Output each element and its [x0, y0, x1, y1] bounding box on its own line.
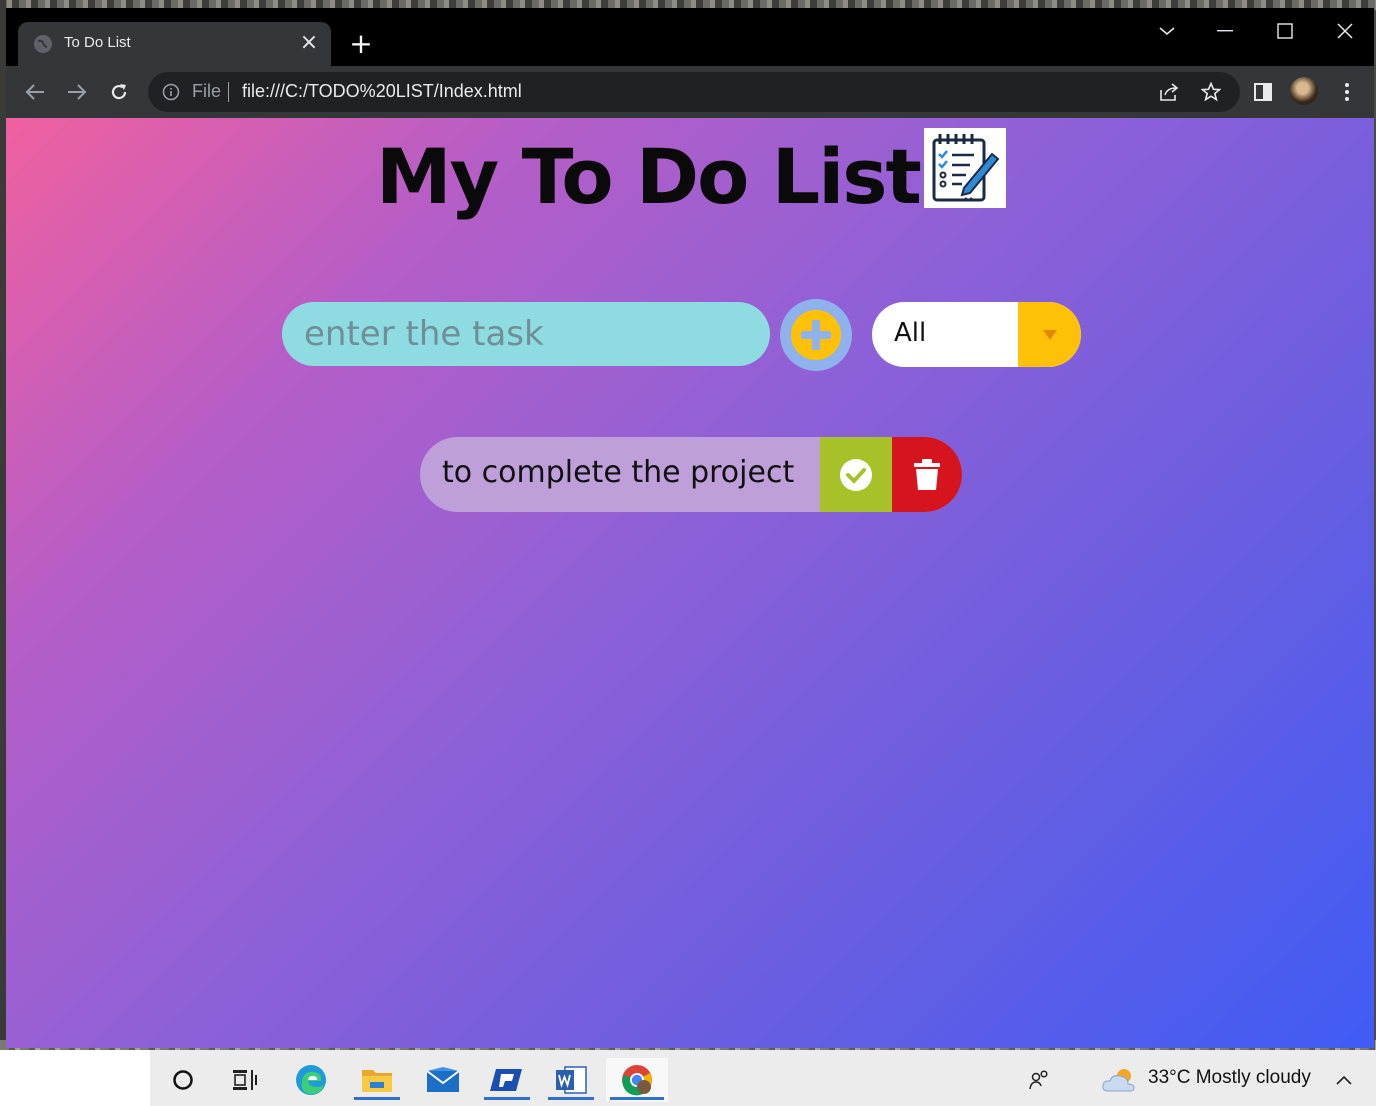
taskbar: 33°C Mostly cloudy	[150, 1050, 1376, 1106]
people-icon[interactable]	[1012, 1058, 1066, 1102]
trash-icon	[914, 458, 940, 490]
browser-toolbar: File file:///C:/TODO%20LIST/Index.html	[6, 66, 1374, 118]
page-title: My To Do List	[376, 132, 922, 221]
todo-text: to complete the project	[442, 455, 795, 490]
tab-close-icon[interactable]: ×	[297, 31, 321, 55]
dropdown-arrow-icon[interactable]	[1018, 302, 1081, 367]
maximize-icon[interactable]	[1256, 14, 1314, 48]
delete-button[interactable]	[892, 437, 962, 512]
app-icon[interactable]	[480, 1058, 534, 1102]
tab-todo-list[interactable]: To Do List ×	[18, 22, 331, 66]
complete-button[interactable]	[820, 437, 892, 512]
edge-icon[interactable]	[284, 1058, 338, 1102]
minimize-icon[interactable]	[1196, 14, 1254, 48]
url-text[interactable]: file:///C:/TODO%20LIST/Index.html	[242, 81, 522, 102]
task-input[interactable]	[282, 302, 770, 366]
chevron-up-icon[interactable]	[1326, 1058, 1362, 1102]
side-panel-icon[interactable]	[1248, 77, 1278, 107]
info-icon[interactable]	[162, 83, 180, 101]
check-circle-icon	[840, 458, 872, 491]
close-window-icon[interactable]	[1316, 14, 1374, 48]
tab-title: To Do List	[64, 34, 131, 51]
reload-icon[interactable]	[104, 77, 134, 107]
weather-cloud-icon[interactable]	[1098, 1058, 1142, 1102]
new-tab-button[interactable]: +	[346, 29, 376, 59]
add-task-button[interactable]	[780, 299, 852, 371]
running-indicator	[610, 1097, 664, 1100]
forward-icon[interactable]	[62, 77, 92, 107]
scheme-label: File	[192, 81, 222, 101]
running-indicator	[548, 1097, 594, 1100]
more-menu-icon[interactable]	[1332, 77, 1362, 107]
task-view-icon[interactable]	[218, 1058, 272, 1102]
mail-icon[interactable]	[416, 1058, 470, 1102]
notepad-checklist-icon	[924, 128, 1006, 208]
share-icon[interactable]	[1154, 77, 1184, 107]
weather-text[interactable]: 33°C Mostly cloudy	[1148, 1067, 1311, 1089]
word-icon[interactable]	[544, 1058, 598, 1102]
todo-item: to complete the project	[420, 437, 962, 512]
plus-circle-icon	[791, 310, 841, 360]
page-content: My To Do List enter the task All to comp…	[6, 118, 1374, 1048]
address-separator	[228, 82, 229, 102]
file-explorer-icon[interactable]	[350, 1058, 404, 1102]
running-indicator	[484, 1097, 530, 1100]
back-icon[interactable]	[20, 77, 50, 107]
globe-icon	[34, 35, 52, 53]
filter-select[interactable]: All	[872, 302, 1081, 367]
running-indicator	[354, 1097, 400, 1100]
browser-window: To Do List × + File file:///C:/TODO%20LI…	[6, 8, 1374, 1048]
filter-selected-value: All	[894, 318, 927, 348]
tab-strip: To Do List × +	[6, 8, 1374, 66]
tab-search-chevron-icon[interactable]	[1138, 14, 1196, 48]
profile-avatar[interactable]	[1290, 77, 1318, 105]
taskbar-search-area[interactable]	[0, 1050, 150, 1106]
cortana-icon[interactable]	[156, 1058, 210, 1102]
bookmark-star-icon[interactable]	[1196, 77, 1226, 107]
chrome-icon[interactable]	[606, 1058, 668, 1102]
address-bar[interactable]: File file:///C:/TODO%20LIST/Index.html	[148, 72, 1240, 112]
